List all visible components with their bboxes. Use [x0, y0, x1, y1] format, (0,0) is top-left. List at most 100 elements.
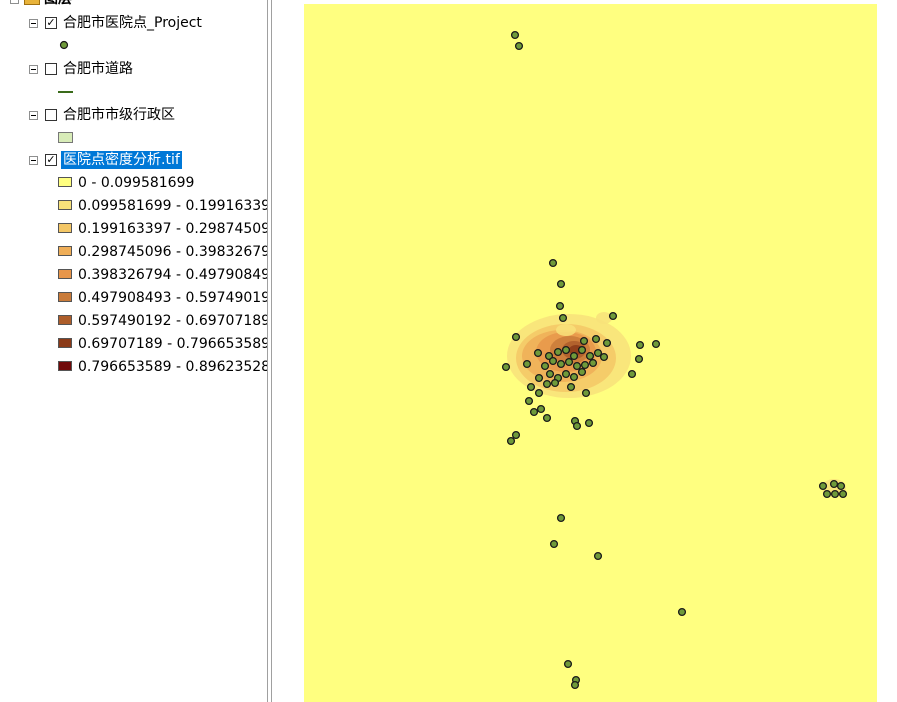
hospital-point[interactable] — [533, 348, 543, 358]
hospital-point[interactable] — [822, 489, 832, 499]
legend-label: 0.69707189 - 0.796653589 — [78, 336, 267, 352]
hospital-point[interactable] — [566, 382, 576, 392]
collapse-icon[interactable] — [10, 0, 19, 4]
legend-label: 0.199163397 - 0.298745096 — [78, 221, 267, 237]
hospital-point[interactable] — [588, 358, 598, 368]
hospital-point[interactable] — [556, 279, 566, 289]
hospital-point[interactable] — [511, 332, 521, 342]
hospital-point[interactable] — [561, 369, 571, 379]
hospital-point[interactable] — [577, 345, 587, 355]
hospital-point[interactable] — [581, 388, 591, 398]
hospital-point[interactable] — [563, 659, 573, 669]
layer-visibility-checkbox[interactable] — [45, 63, 57, 75]
density-patch — [556, 324, 576, 336]
hospital-point[interactable] — [549, 539, 559, 549]
hospital-point[interactable] — [556, 359, 566, 369]
hospital-point[interactable] — [511, 430, 521, 440]
hospital-point[interactable] — [677, 607, 687, 617]
hospital-point[interactable] — [602, 338, 612, 348]
hospital-point[interactable] — [529, 407, 539, 417]
panel-divider[interactable] — [271, 0, 272, 702]
legend-swatch — [58, 315, 72, 325]
hospital-point[interactable] — [550, 378, 560, 388]
panel-divider[interactable] — [267, 0, 268, 702]
layer-visibility-checkbox[interactable]: ✓ — [45, 154, 57, 166]
hospital-point[interactable] — [838, 489, 848, 499]
legend-swatch — [58, 223, 72, 233]
hospital-point[interactable] — [599, 352, 609, 362]
hospital-point[interactable] — [569, 351, 579, 361]
layer-name-selected[interactable]: 医院点密度分析.tif — [61, 151, 182, 169]
hospital-point[interactable] — [584, 418, 594, 428]
line-symbol-icon — [58, 91, 73, 93]
hospital-point[interactable] — [526, 382, 536, 392]
collapse-icon[interactable] — [29, 111, 38, 120]
layer-visibility-checkbox[interactable] — [45, 109, 57, 121]
hospital-point[interactable] — [579, 336, 589, 346]
hospital-point[interactable] — [553, 347, 563, 357]
legend-swatch — [58, 200, 72, 210]
hospital-point[interactable] — [542, 379, 552, 389]
hospital-point[interactable] — [522, 359, 532, 369]
hospital-point[interactable] — [534, 373, 544, 383]
hospital-point[interactable] — [569, 372, 579, 382]
hospital-point[interactable] — [501, 362, 511, 372]
hospital-point[interactable] — [836, 481, 846, 491]
layer-visibility-checkbox[interactable]: ✓ — [45, 17, 57, 29]
hospital-point[interactable] — [572, 361, 582, 371]
polygon-symbol-icon — [58, 132, 73, 143]
hospital-point[interactable] — [536, 404, 546, 414]
hospital-point[interactable] — [506, 436, 516, 446]
hospital-point[interactable] — [572, 421, 582, 431]
hospital-point[interactable] — [593, 551, 603, 561]
hospital-point[interactable] — [634, 354, 644, 364]
toc-root-label: 图层 — [44, 0, 72, 8]
legend-swatch — [58, 177, 72, 187]
hospital-point[interactable] — [818, 481, 828, 491]
hospital-point[interactable] — [651, 339, 661, 349]
collapse-icon[interactable] — [29, 65, 38, 74]
legend-label: 0.796653589 - 0.896235288 — [78, 359, 267, 375]
hospital-point[interactable] — [510, 30, 520, 40]
hospital-point[interactable] — [585, 351, 595, 361]
hospital-point[interactable] — [556, 513, 566, 523]
hospital-point[interactable] — [558, 313, 568, 323]
legend-swatch — [58, 338, 72, 348]
collapse-icon[interactable] — [29, 19, 38, 28]
legend-swatch — [58, 361, 72, 371]
layer-name: 合肥市道路 — [63, 61, 133, 77]
layer-name: 合肥市医院点_Project — [63, 15, 202, 31]
legend-label: 0.597490192 - 0.69707189 — [78, 313, 267, 329]
legend-label: 0.298745096 - 0.398326794 — [78, 244, 267, 260]
hospital-point[interactable] — [627, 369, 637, 379]
legend-swatch — [58, 269, 72, 279]
hospital-point[interactable] — [534, 388, 544, 398]
collapse-icon[interactable] — [29, 156, 38, 165]
point-symbol-icon — [59, 40, 69, 50]
hospital-point[interactable] — [548, 356, 558, 366]
hospital-point[interactable] — [555, 301, 565, 311]
table-of-contents: 图层 ✓ 合肥市医院点_Project 合肥市道路 合肥市市级行政区 ✓ 医院点… — [0, 0, 267, 702]
hospital-point[interactable] — [542, 413, 552, 423]
legend-label: 0.099581699 - 0.199163397 — [78, 198, 267, 214]
legend-label: 0 - 0.099581699 — [78, 175, 195, 191]
legend-swatch — [58, 292, 72, 302]
hospital-point[interactable] — [830, 489, 840, 499]
hospital-point[interactable] — [635, 340, 645, 350]
hospital-point[interactable] — [514, 41, 524, 51]
hospital-point[interactable] — [540, 361, 550, 371]
hospital-point[interactable] — [548, 258, 558, 268]
map-canvas[interactable] — [304, 4, 877, 702]
hospital-point[interactable] — [561, 345, 571, 355]
hospital-point[interactable] — [524, 396, 534, 406]
legend-label: 0.398326794 - 0.497908493 — [78, 267, 267, 283]
hospital-point[interactable] — [829, 479, 839, 489]
hospital-point[interactable] — [545, 369, 555, 379]
hospital-point[interactable] — [580, 360, 590, 370]
hospital-point[interactable] — [608, 311, 618, 321]
hospital-point[interactable] — [577, 367, 587, 377]
hospital-point[interactable] — [591, 334, 601, 344]
hospital-point[interactable] — [570, 680, 580, 690]
hospital-point[interactable] — [564, 357, 574, 367]
map-view[interactable] — [304, 4, 877, 702]
